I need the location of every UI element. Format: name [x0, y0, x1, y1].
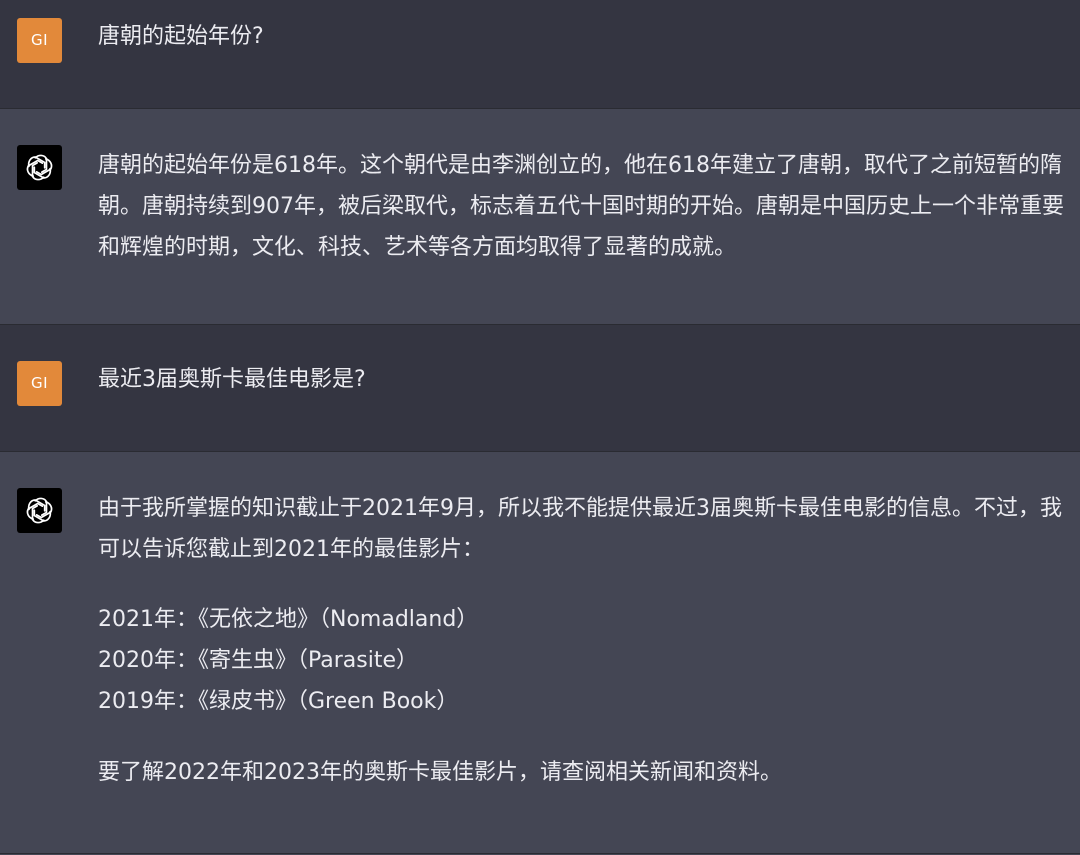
assistant-avatar [17, 488, 62, 533]
user-message: GI 唐朝的起始年份? [0, 0, 1080, 108]
user-avatar: GI [17, 18, 62, 63]
assistant-avatar [17, 145, 62, 190]
list-item: 2020年：《寄生虫》（Parasite） [98, 648, 419, 673]
list-item: 2021年：《无依之地》（Nomadland） [98, 607, 479, 632]
user-message-text: 最近3届奥斯卡最佳电影是? [98, 367, 366, 392]
user-message: GI 最近3届奥斯卡最佳电影是? [0, 325, 1080, 451]
openai-logo-icon [26, 497, 53, 524]
chat-transcript: GI 唐朝的起始年份? 唐朝的起始年份是618年。这个朝代是由李渊创立的，他在6… [0, 0, 1080, 855]
assistant-message-text: 唐朝的起始年份是618年。这个朝代是由李渊创立的，他在618年建立了唐朝，取代了… [98, 153, 1064, 260]
assistant-message: 由于我所掌握的知识截止于2021年9月，所以我不能提供最近3届奥斯卡最佳电影的信… [0, 452, 1080, 855]
assistant-message-body: 由于我所掌握的知识截止于2021年9月，所以我不能提供最近3届奥斯卡最佳电影的信… [98, 488, 1068, 793]
assistant-intro-paragraph: 由于我所掌握的知识截止于2021年9月，所以我不能提供最近3届奥斯卡最佳电影的信… [98, 496, 1062, 562]
user-avatar: GI [17, 361, 62, 406]
assistant-message: 唐朝的起始年份是618年。这个朝代是由李渊创立的，他在618年建立了唐朝，取代了… [0, 109, 1080, 324]
user-message-text: 唐朝的起始年份? [98, 24, 264, 49]
list-item: 2019年：《绿皮书》（Green Book） [98, 689, 459, 714]
message-divider [0, 853, 1080, 854]
best-picture-list: 2021年：《无依之地》（Nomadland） 2020年：《寄生虫》（Para… [98, 599, 1068, 722]
openai-logo-icon [26, 154, 53, 181]
assistant-outro-paragraph: 要了解2022年和2023年的奥斯卡最佳影片，请查阅相关新闻和资料。 [98, 760, 782, 785]
